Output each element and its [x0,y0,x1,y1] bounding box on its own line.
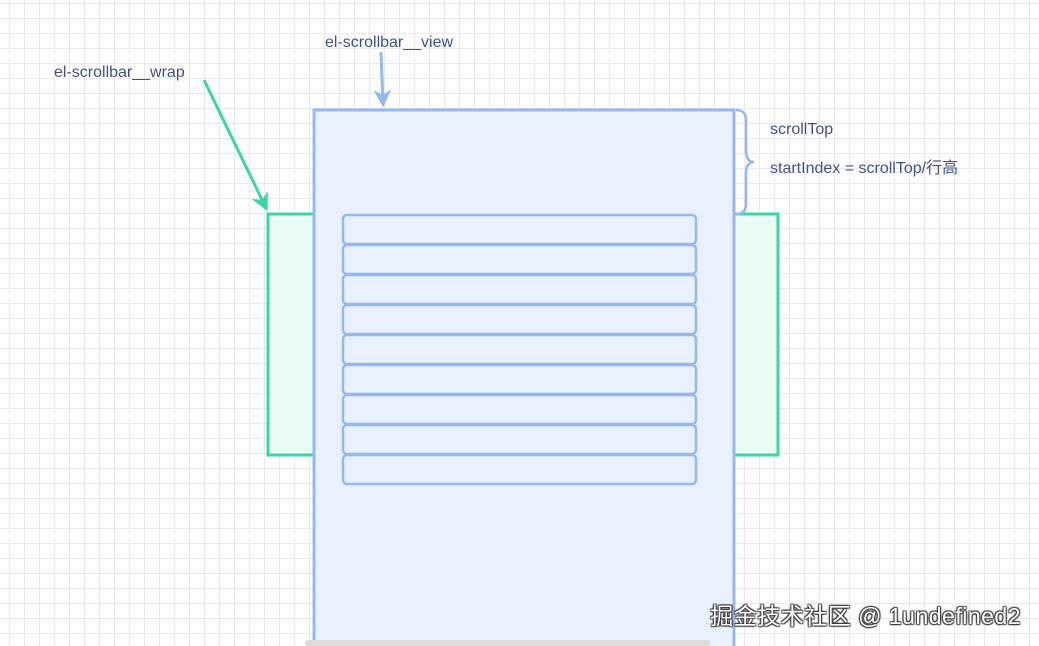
watermark: 掘金技术社区 @ 1undefined2 [710,603,1021,629]
list-rows [341,213,698,486]
horizontal-scrollbar[interactable] [305,640,710,646]
list-row [341,243,698,276]
list-row [341,213,698,246]
list-row [341,333,698,366]
list-row [341,363,698,396]
diagram-canvas: el-scrollbar__view el-scrollbar__wrap sc… [0,0,1039,646]
start-index-label: startIndex = scrollTop/行高 [770,160,959,177]
list-row [341,303,698,336]
scroll-top-label: scrollTop [770,121,834,138]
list-row [341,273,698,306]
list-row [341,393,698,426]
view-label: el-scrollbar__view [325,34,454,51]
scroll-top-brace [735,108,755,216]
list-row [341,453,698,486]
wrap-arrow [202,79,268,212]
view-arrow [373,51,392,108]
diagram-svg [202,51,780,646]
wrap-label: el-scrollbar__wrap [54,64,185,81]
list-row [341,423,698,456]
